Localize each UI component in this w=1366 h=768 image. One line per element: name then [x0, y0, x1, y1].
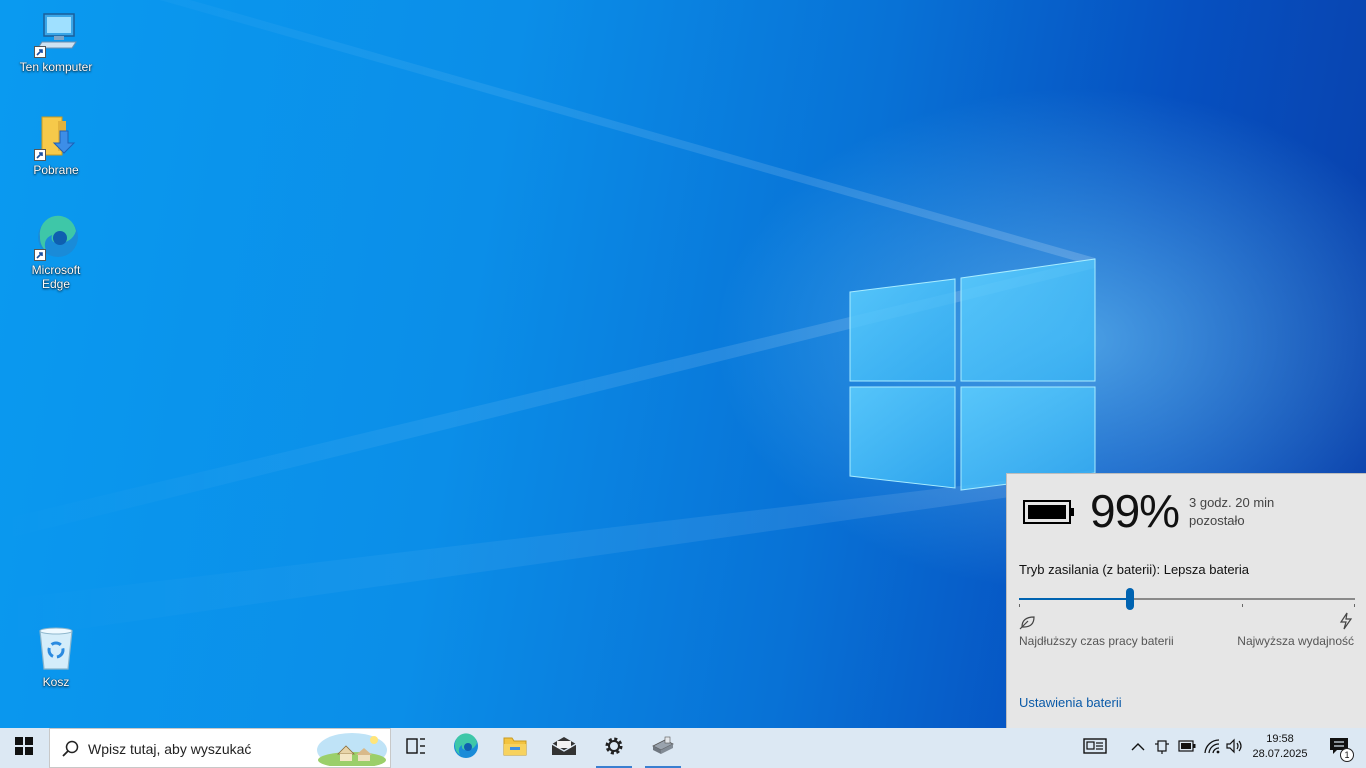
taskbar-edge-button[interactable]: [445, 728, 487, 768]
slider-label-best-performance: Najwyższa wydajność: [1237, 634, 1354, 648]
file-explorer-icon: [503, 735, 527, 762]
show-hidden-icons-button[interactable]: [1128, 728, 1148, 768]
battery-remaining-time: 3 godz. 20 min: [1189, 495, 1275, 510]
slider-label-longest-battery: Najdłuższy czas pracy baterii: [1019, 634, 1174, 648]
taskbar-mail-button[interactable]: [543, 728, 585, 768]
taskbar: Wpisz tutaj, aby wyszukać 19:58 28.07.20…: [0, 728, 1366, 768]
shortcut-arrow-icon: [34, 249, 46, 261]
power-mode-slider[interactable]: [1019, 588, 1355, 610]
battery-remaining: 3 godz. 20 min pozostało: [1189, 494, 1274, 530]
device-icon: [1154, 738, 1170, 759]
slider-thumb[interactable]: [1126, 588, 1134, 610]
clock-time: 19:58: [1266, 733, 1294, 745]
tray-network-button[interactable]: [1201, 728, 1223, 768]
taskbar-clock[interactable]: 19:58 28.07.2025: [1246, 732, 1314, 762]
battery-icon: [1178, 739, 1196, 757]
battery-percent: 99%: [1090, 485, 1180, 537]
edge-icon: [453, 732, 479, 764]
battery-remaining-label: pozostało: [1189, 513, 1245, 528]
search-icon: [62, 740, 80, 763]
wifi-icon: [1203, 738, 1221, 759]
desktop-icon-label: Ten komputer: [19, 60, 93, 74]
desktop-icon-label: Pobrane: [33, 163, 79, 177]
tray-volume-button[interactable]: [1224, 728, 1246, 768]
start-button[interactable]: [0, 728, 48, 768]
slider-tick: [1019, 604, 1020, 607]
news-icon: [1083, 737, 1107, 759]
slider-tick: [1354, 604, 1355, 607]
windows-logo-icon: [15, 736, 33, 760]
recycle-bin-icon: [32, 625, 80, 673]
desktop-icon-label: Kosz: [42, 675, 70, 689]
tray-battery-button[interactable]: [1176, 728, 1198, 768]
task-view-icon: [406, 737, 426, 760]
battery-settings-link[interactable]: Ustawienia baterii: [1019, 695, 1122, 710]
leaf-battery-saver-icon: [1019, 614, 1037, 635]
chevron-up-icon: [1131, 739, 1145, 757]
news-widget-button[interactable]: [1078, 728, 1112, 768]
desktop-icon-recycle-bin[interactable]: Kosz: [16, 625, 96, 689]
shortcut-arrow-icon: [34, 149, 46, 161]
volume-icon: [1226, 738, 1244, 759]
desktop-icon-label: Microsoft Edge: [31, 263, 81, 291]
desktop-icon-edge[interactable]: Microsoft Edge: [16, 213, 96, 291]
mail-icon: [551, 736, 577, 761]
computer-icon: [32, 10, 80, 58]
search-placeholder: Wpisz tutaj, aby wyszukać: [88, 741, 252, 757]
app-icon: [651, 736, 675, 761]
downloads-folder-icon: [32, 113, 80, 161]
slider-fill: [1019, 598, 1130, 600]
lightning-performance-icon: [1339, 612, 1353, 635]
task-view-button[interactable]: [395, 728, 437, 768]
shortcut-arrow-icon: [34, 46, 46, 58]
taskbar-file-explorer-button[interactable]: [494, 728, 536, 768]
taskbar-search-box[interactable]: Wpisz tutaj, aby wyszukać: [49, 728, 391, 768]
slider-tick: [1242, 604, 1243, 607]
action-center-button[interactable]: 1: [1318, 728, 1360, 768]
clock-date: 28.07.2025: [1252, 748, 1308, 760]
power-mode-label: Tryb zasilania (z baterii): Lepsza bater…: [1019, 562, 1250, 577]
battery-flyout: 99% 3 godz. 20 min pozostało Tryb zasila…: [1006, 473, 1366, 728]
edge-icon: [32, 213, 80, 261]
desktop-icon-this-pc[interactable]: Ten komputer: [16, 10, 96, 74]
taskbar-settings-button[interactable]: [593, 728, 635, 768]
settings-icon: [603, 735, 625, 762]
desktop-icon-downloads[interactable]: Pobrane: [16, 113, 96, 177]
search-highlight-icon: [316, 730, 388, 768]
battery-icon: [1023, 500, 1075, 529]
notification-count-badge: 1: [1340, 748, 1354, 762]
taskbar-app-button[interactable]: [642, 728, 684, 768]
tray-device-button[interactable]: [1152, 728, 1172, 768]
